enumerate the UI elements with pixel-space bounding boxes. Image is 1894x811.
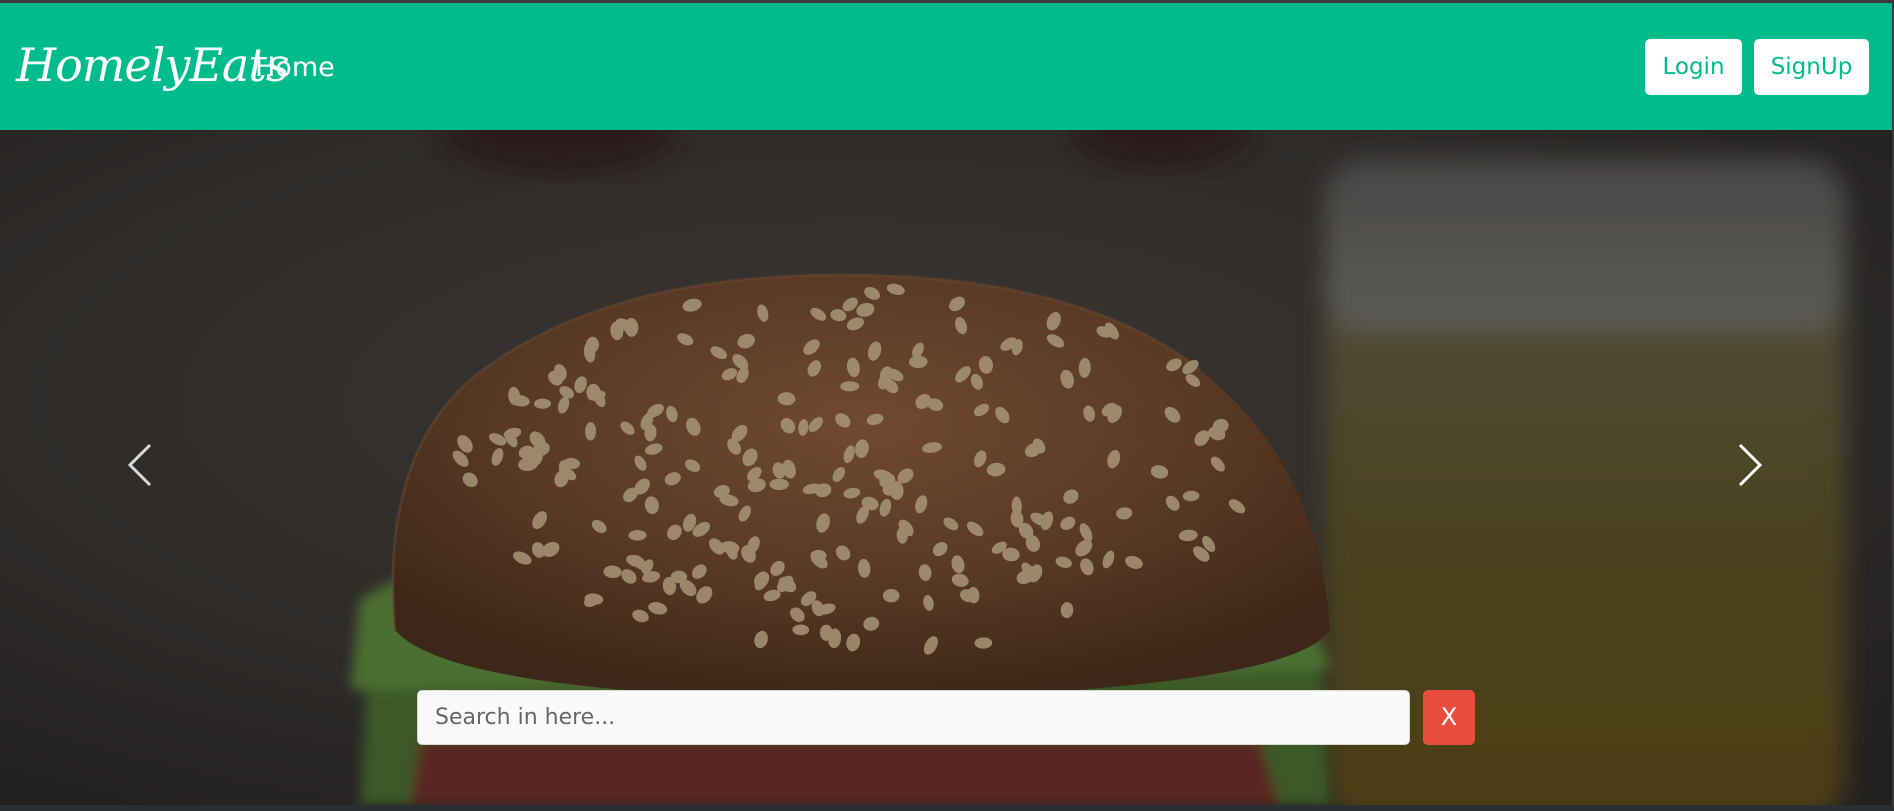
brand-logo[interactable]: HomelyEats [16, 35, 289, 95]
clear-search-button[interactable]: X [1423, 690, 1475, 745]
nav-link-home[interactable]: Home [255, 51, 335, 85]
page: HomelyEats Home Login SignUp Search in h… [0, 0, 1894, 811]
window-border-bottom [0, 805, 1894, 811]
chevron-left-icon [128, 443, 152, 487]
search-input[interactable] [417, 690, 1410, 745]
login-button[interactable]: Login [1645, 39, 1742, 95]
signup-button[interactable]: SignUp [1754, 39, 1869, 95]
navbar: HomelyEats Home Login SignUp [0, 3, 1892, 130]
carousel-prev-button[interactable] [110, 425, 170, 505]
chevron-right-icon [1738, 443, 1762, 487]
carousel-next-button[interactable] [1720, 425, 1780, 505]
